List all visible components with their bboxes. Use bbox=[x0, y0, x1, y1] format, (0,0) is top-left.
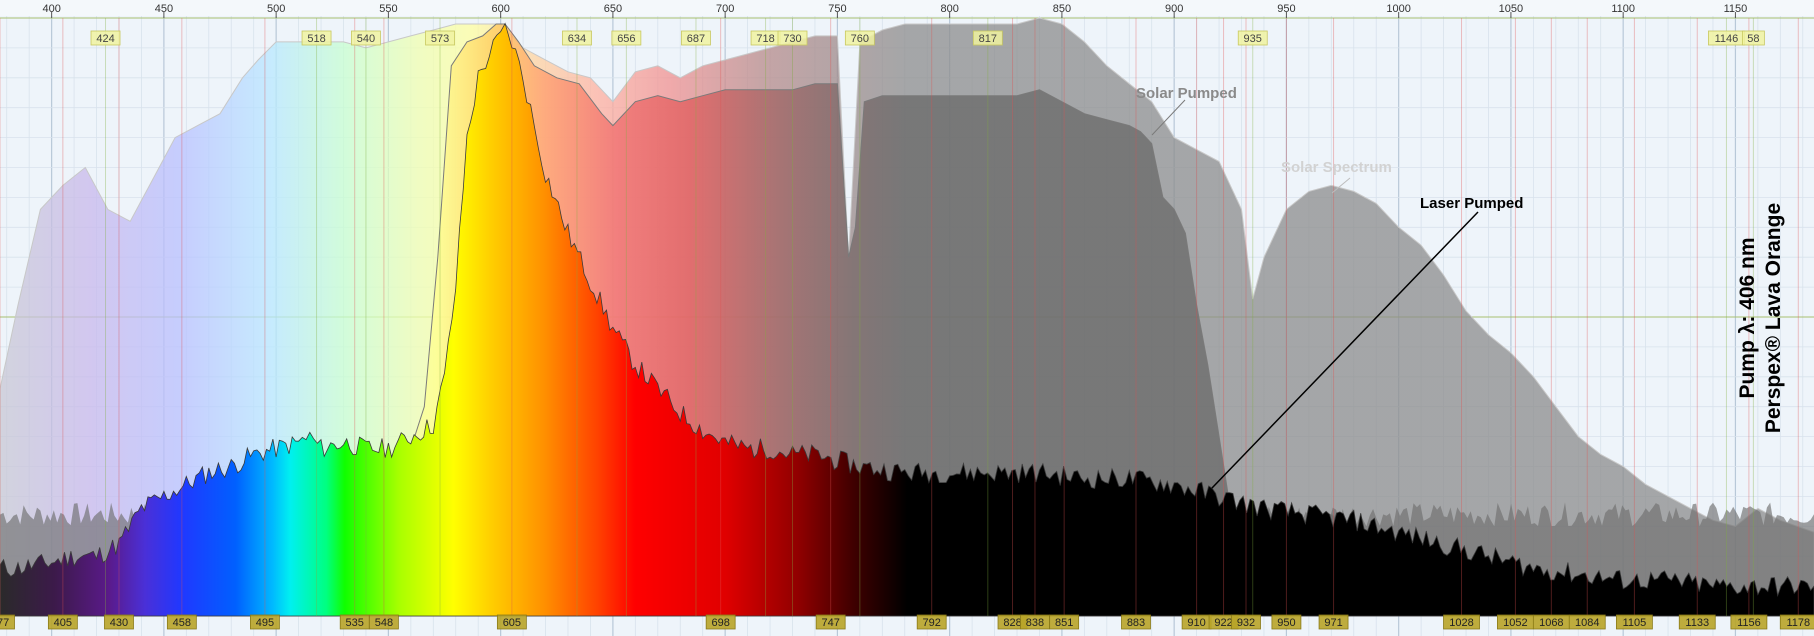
peak-label-top: 58 bbox=[1747, 33, 1759, 45]
x-axis-ticks: 400 450 500 550 600 650 700 750 800 850 900 950 1000… bbox=[0, 0, 1814, 18]
peak-label-bottom: 838 bbox=[1026, 617, 1044, 629]
tick-label: 450 bbox=[155, 3, 173, 15]
tick-label: 550 bbox=[379, 3, 397, 15]
peak-label-top: 1146 bbox=[1715, 33, 1739, 45]
peak-label-bottom: 1028 bbox=[1449, 617, 1473, 629]
peak-label-bottom: 605 bbox=[503, 617, 521, 629]
side-label-pump: Pump λ: 406 nm bbox=[1736, 237, 1759, 398]
peak-label-top: 573 bbox=[431, 33, 449, 45]
peak-label-bottom: 405 bbox=[54, 617, 72, 629]
tick-label: 1100 bbox=[1611, 3, 1635, 15]
annotation-solar-spectrum-label: Solar Spectrum bbox=[1281, 159, 1392, 176]
peak-label-bottom: 458 bbox=[173, 617, 191, 629]
peak-label-top: 718 bbox=[756, 33, 774, 45]
annotation-laser-pumped-label: Laser Pumped bbox=[1420, 195, 1523, 212]
peak-label-bottom: 883 bbox=[1127, 617, 1145, 629]
tick-label: 800 bbox=[940, 3, 958, 15]
tick-label: 1000 bbox=[1386, 3, 1410, 15]
tick-label: 600 bbox=[491, 3, 509, 15]
peak-label-top: 935 bbox=[1244, 33, 1262, 45]
peak-label-bottom: 1156 bbox=[1737, 617, 1761, 629]
peak-label-top: 518 bbox=[307, 33, 325, 45]
tick-label: 1050 bbox=[1499, 3, 1523, 15]
peak-label-bottom: 792 bbox=[923, 617, 941, 629]
tick-label: 400 bbox=[42, 3, 60, 15]
peak-label-top: 730 bbox=[783, 33, 801, 45]
tick-label: 750 bbox=[828, 3, 846, 15]
peak-label-bottom: 932 bbox=[1237, 617, 1255, 629]
peak-label-top: 656 bbox=[617, 33, 635, 45]
peak-label-top: 424 bbox=[96, 33, 114, 45]
peak-label-bottom: 535 bbox=[346, 617, 364, 629]
side-label-material: Perspex® Lava Orange bbox=[1762, 203, 1785, 433]
spectrum-chart: 400 450 500 550 600 650 700 750 800 850 900 950 1000… bbox=[0, 0, 1814, 636]
tick-label: 900 bbox=[1165, 3, 1183, 15]
peak-label-bottom: 851 bbox=[1055, 617, 1073, 629]
tick-label: 950 bbox=[1277, 3, 1295, 15]
peak-label-bottom: 910 bbox=[1187, 617, 1205, 629]
peak-label-bottom: 922 bbox=[1214, 617, 1232, 629]
peak-label-bottom: 1068 bbox=[1539, 617, 1563, 629]
peak-label-bottom: 1052 bbox=[1503, 617, 1527, 629]
peak-label-bottom: 828 bbox=[1003, 617, 1021, 629]
peak-label-bottom: 1105 bbox=[1623, 617, 1647, 629]
peak-label-bottom: 495 bbox=[256, 617, 274, 629]
peak-label-bottom: 1178 bbox=[1786, 617, 1810, 629]
peak-label-bottom: 698 bbox=[711, 617, 729, 629]
peak-label-bottom: 971 bbox=[1324, 617, 1342, 629]
peak-label-bottom: 430 bbox=[110, 617, 128, 629]
spectrum-plot: 400 450 500 550 600 650 700 750 800 850 900 950 1000… bbox=[0, 0, 1814, 636]
peak-label-bottom: 1084 bbox=[1575, 617, 1599, 629]
peak-label-bottom: 1133 bbox=[1685, 617, 1709, 629]
peak-label-top: 634 bbox=[568, 33, 586, 45]
tick-label: 850 bbox=[1053, 3, 1071, 15]
peak-label-top: 817 bbox=[979, 33, 997, 45]
tick-label: 700 bbox=[716, 3, 734, 15]
tick-label: 500 bbox=[267, 3, 285, 15]
peak-label-bottom: 548 bbox=[375, 617, 393, 629]
tick-label: 1150 bbox=[1724, 3, 1748, 15]
peak-label-top: 760 bbox=[851, 33, 869, 45]
annotation-solar-pumped-label: Solar Pumped bbox=[1136, 85, 1237, 102]
peak-label-bottom: 950 bbox=[1277, 617, 1295, 629]
tick-label: 650 bbox=[604, 3, 622, 15]
peak-label-top: 687 bbox=[687, 33, 705, 45]
peak-label-bottom: 377 bbox=[0, 617, 9, 629]
peak-label-top: 540 bbox=[357, 33, 375, 45]
peak-label-bottom: 747 bbox=[821, 617, 839, 629]
